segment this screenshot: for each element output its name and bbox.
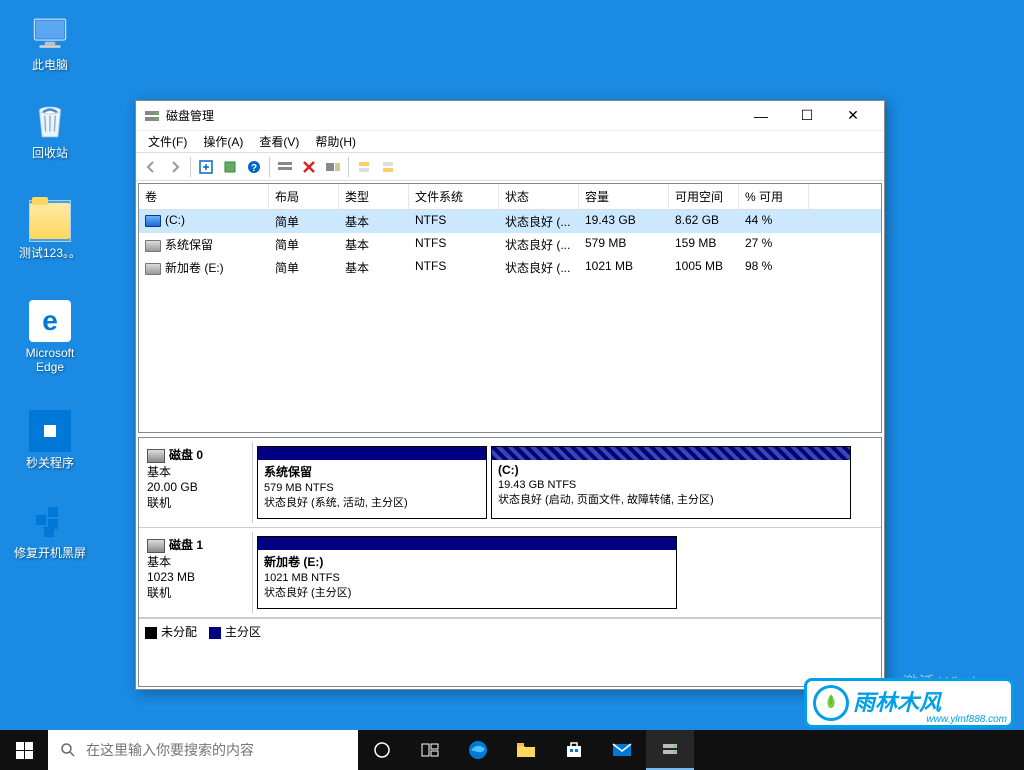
- task-icons: [358, 730, 694, 770]
- disk-partitions: 新加卷 (E:)1021 MB NTFS状态良好 (主分区): [253, 532, 877, 613]
- taskbar-disk-management[interactable]: [646, 730, 694, 770]
- drive-icon: [145, 263, 161, 275]
- disk-row: 磁盘 1基本1023 MB联机新加卷 (E:)1021 MB NTFS状态良好 …: [139, 528, 881, 618]
- title-bar[interactable]: 磁盘管理 — ☐ ✕: [136, 101, 884, 131]
- folder-icon: [29, 200, 71, 242]
- properties-button[interactable]: [219, 156, 241, 178]
- disk-info[interactable]: 磁盘 0基本20.00 GB联机: [143, 442, 253, 523]
- disk-icon: [147, 449, 165, 463]
- disk-row: 磁盘 0基本20.00 GB联机系统保留579 MB NTFS状态良好 (系统,…: [139, 438, 881, 528]
- repair-icon: [29, 500, 71, 542]
- svg-text:?: ?: [251, 163, 257, 174]
- legend: 未分配 主分区: [139, 618, 881, 644]
- separator: [190, 157, 191, 177]
- col-layout[interactable]: 布局: [269, 184, 339, 209]
- window-title: 磁盘管理: [166, 107, 738, 124]
- desktop-icon-edge[interactable]: e Microsoft Edge: [12, 300, 88, 375]
- label: Microsoft Edge: [12, 346, 88, 375]
- brand-logo: 雨林木风 www.ylmf888.com: [804, 678, 1014, 728]
- legend-primary: 主分区: [209, 623, 261, 640]
- column-headers: 卷 布局 类型 文件系统 状态 容量 可用空间 % 可用: [139, 184, 881, 210]
- desktop-icon-recycle-bin[interactable]: 回收站: [12, 100, 88, 160]
- partition[interactable]: 新加卷 (E:)1021 MB NTFS状态良好 (主分区): [257, 536, 677, 609]
- disk-graphical-panel[interactable]: 磁盘 0基本20.00 GB联机系统保留579 MB NTFS状态良好 (系统,…: [138, 437, 882, 687]
- windows-logo-icon: [16, 742, 33, 759]
- disk-info[interactable]: 磁盘 1基本1023 MB联机: [143, 532, 253, 613]
- search-icon: [60, 742, 76, 758]
- col-type[interactable]: 类型: [339, 184, 409, 209]
- disk-list-button[interactable]: [274, 156, 296, 178]
- col-free[interactable]: 可用空间: [669, 184, 739, 209]
- back-button[interactable]: [140, 156, 162, 178]
- recycle-bin-icon: [29, 100, 71, 142]
- disk-partitions: 系统保留579 MB NTFS状态良好 (系统, 活动, 主分区)(C:)19.…: [253, 442, 877, 523]
- desktop-icon-repair-boot[interactable]: 修复开机黑屏: [12, 500, 88, 560]
- taskbar-edge[interactable]: [454, 730, 502, 770]
- close-button[interactable]: ✕: [830, 101, 876, 131]
- label: 测试123。。: [12, 246, 88, 260]
- taskbar-explorer[interactable]: [502, 730, 550, 770]
- desktop-icon-seconds-program[interactable]: 秒关程序: [12, 410, 88, 470]
- label: 回收站: [12, 146, 88, 160]
- brand-url: www.ylmf888.com: [926, 714, 1007, 725]
- search-input[interactable]: [86, 742, 346, 758]
- col-capacity[interactable]: 容量: [579, 184, 669, 209]
- help-button[interactable]: ?: [243, 156, 265, 178]
- delete-button[interactable]: [298, 156, 320, 178]
- disk-icon: [147, 539, 165, 553]
- extend-button[interactable]: [322, 156, 344, 178]
- minimize-button[interactable]: —: [738, 101, 784, 131]
- brand-text: 雨林木风: [853, 692, 941, 714]
- taskbar-mail[interactable]: [598, 730, 646, 770]
- label: 修复开机黑屏: [12, 546, 88, 560]
- drive-icon: [145, 215, 161, 227]
- refresh-button[interactable]: [195, 156, 217, 178]
- toolbar: ?: [136, 153, 884, 181]
- search-box[interactable]: [48, 730, 358, 770]
- separator: [348, 157, 349, 177]
- menu-action[interactable]: 操作(A): [195, 131, 251, 152]
- settings-icon: [29, 410, 71, 452]
- volume-row[interactable]: 新加卷 (E:)简单基本NTFS状态良好 (...1021 MB1005 MB9…: [139, 256, 881, 279]
- col-pct[interactable]: % 可用: [739, 184, 809, 209]
- partition[interactable]: 系统保留579 MB NTFS状态良好 (系统, 活动, 主分区): [257, 446, 487, 519]
- disk-management-window: 磁盘管理 — ☐ ✕ 文件(F) 操作(A) 查看(V) 帮助(H) ? 卷 布…: [135, 100, 885, 690]
- legend-unallocated: 未分配: [145, 623, 197, 640]
- view-top-button[interactable]: [353, 156, 375, 178]
- app-icon: [144, 108, 160, 124]
- menu-file[interactable]: 文件(F): [140, 131, 195, 152]
- start-button[interactable]: [0, 730, 48, 770]
- edge-icon: e: [29, 300, 71, 342]
- brand-icon: [813, 685, 849, 721]
- partition[interactable]: (C:)19.43 GB NTFS状态良好 (启动, 页面文件, 故障转储, 主…: [491, 446, 851, 519]
- separator: [269, 157, 270, 177]
- menu-help[interactable]: 帮助(H): [307, 131, 364, 152]
- drive-icon: [145, 240, 161, 252]
- menu-view[interactable]: 查看(V): [251, 131, 307, 152]
- task-view-button[interactable]: [406, 730, 454, 770]
- taskbar-store[interactable]: [550, 730, 598, 770]
- view-bottom-button[interactable]: [377, 156, 399, 178]
- pc-icon: [29, 12, 71, 54]
- volume-row[interactable]: (C:)简单基本NTFS状态良好 (...19.43 GB8.62 GB44 %: [139, 210, 881, 233]
- desktop-icon-test-folder[interactable]: 测试123。。: [12, 200, 88, 260]
- col-volume[interactable]: 卷: [139, 184, 269, 209]
- menu-bar: 文件(F) 操作(A) 查看(V) 帮助(H): [136, 131, 884, 153]
- desktop-icon-this-pc[interactable]: 此电脑: [12, 12, 88, 72]
- col-status[interactable]: 状态: [499, 184, 579, 209]
- col-filesystem[interactable]: 文件系统: [409, 184, 499, 209]
- volume-list[interactable]: 卷 布局 类型 文件系统 状态 容量 可用空间 % 可用 (C:)简单基本NTF…: [138, 183, 882, 433]
- label: 秒关程序: [12, 456, 88, 470]
- cortana-button[interactable]: [358, 730, 406, 770]
- maximize-button[interactable]: ☐: [784, 101, 830, 131]
- label: 此电脑: [12, 58, 88, 72]
- taskbar: [0, 730, 1024, 770]
- volume-row[interactable]: 系统保留简单基本NTFS状态良好 (...579 MB159 MB27 %: [139, 233, 881, 256]
- forward-button[interactable]: [164, 156, 186, 178]
